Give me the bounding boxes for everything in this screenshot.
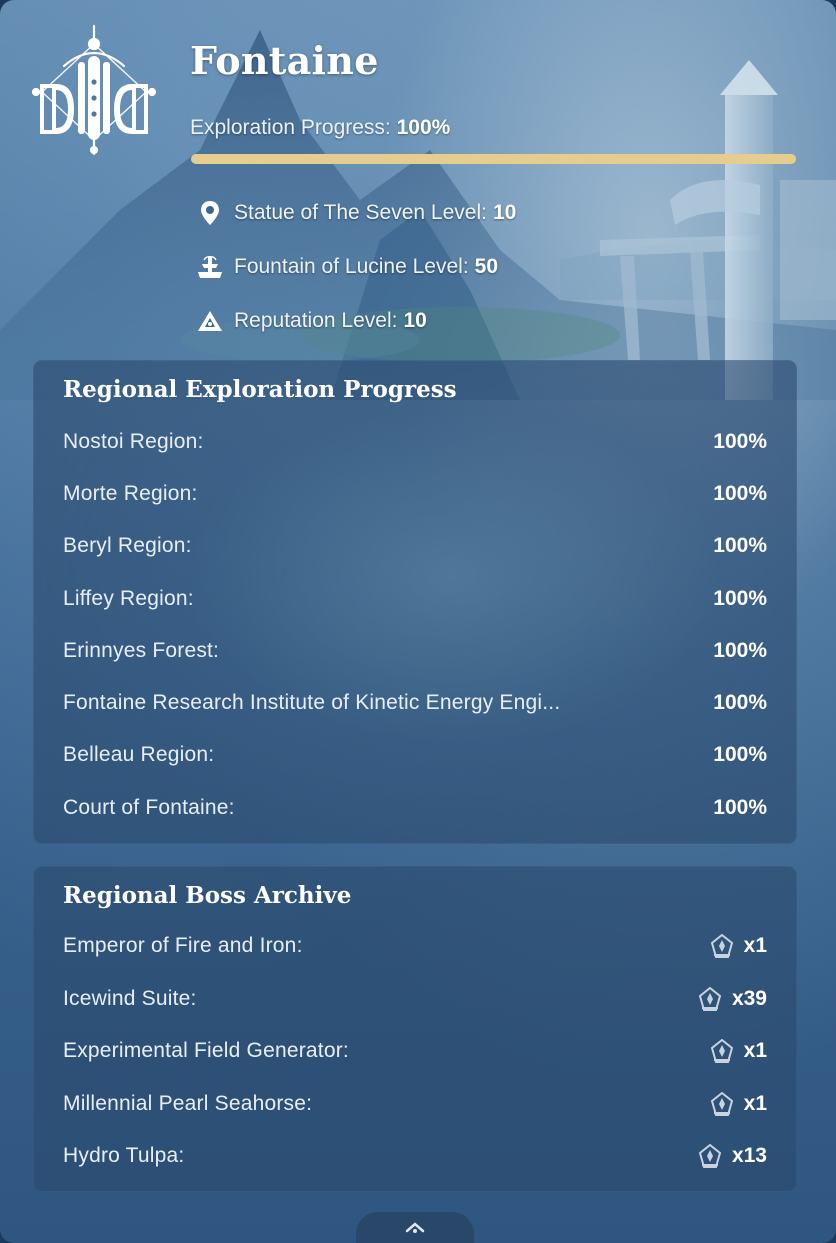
region-row: Erinnyes Forest: 100% — [63, 636, 767, 666]
region-progress: 100% — [713, 534, 767, 557]
stat-value: 50 — [474, 255, 499, 278]
boss-count-value: x1 — [743, 1092, 767, 1115]
exploration-progress-text: Exploration Progress: 100% — [190, 116, 450, 140]
fountain-icon — [196, 253, 224, 281]
region-card: Fontaine Exploration Progress: 100% Stat… — [0, 0, 836, 1243]
exploration-progress-label: Exploration Progress: — [190, 116, 391, 139]
boss-row: Icewind Suite: x39 — [63, 984, 767, 1014]
boss-count-value: x1 — [743, 934, 767, 957]
boss-count-value: x39 — [731, 987, 767, 1010]
region-name: Court of Fontaine: — [63, 796, 235, 819]
region-row: Nostoi Region: 100% — [63, 427, 767, 457]
boss-count: x1 — [708, 1090, 767, 1118]
boss-row: Hydro Tulpa: x13 — [63, 1141, 767, 1171]
boss-archive-panel: Regional Boss Archive Emperor of Fire an… — [33, 866, 797, 1192]
region-name: Morte Region: — [63, 482, 198, 505]
boss-crystal-icon — [708, 1037, 736, 1065]
region-progress: 100% — [713, 482, 767, 505]
boss-row: Millennial Pearl Seahorse: x1 — [63, 1089, 767, 1119]
boss-count: x39 — [696, 985, 767, 1013]
stat-value: 10 — [403, 309, 427, 332]
regional-exploration-panel: Regional Exploration Progress Nostoi Reg… — [33, 360, 797, 844]
exploration-progress-fill — [191, 154, 796, 164]
region-name: Liffey Region: — [63, 587, 194, 610]
boss-count: x1 — [708, 1037, 767, 1065]
boss-count: x1 — [708, 932, 767, 960]
region-row: Morte Region: 100% — [63, 479, 767, 509]
region-row: Liffey Region: 100% — [63, 584, 767, 614]
stat-label: Statue of The Seven Level: — [234, 201, 487, 224]
region-name: Fontaine Research Institute of Kinetic E… — [63, 691, 561, 714]
collapse-button[interactable] — [356, 1212, 474, 1243]
region-row: Belleau Region: 100% — [63, 740, 767, 770]
boss-count: x13 — [696, 1142, 767, 1170]
region-row: Court of Fontaine: 100% — [63, 793, 767, 823]
map-pin-icon — [196, 199, 224, 227]
stat-statue-of-the-seven: Statue of The Seven Level: 10 — [196, 198, 516, 228]
reputation-icon — [196, 307, 224, 335]
stat-fountain-of-lucine: Fountain of Lucine Level: 50 — [196, 252, 498, 282]
boss-crystal-icon — [696, 1142, 724, 1170]
region-progress: 100% — [713, 587, 767, 610]
boss-name: Icewind Suite: — [63, 987, 197, 1010]
boss-row: Emperor of Fire and Iron: x1 — [63, 931, 767, 961]
boss-crystal-icon — [708, 932, 736, 960]
region-row: Beryl Region: 100% — [63, 531, 767, 561]
boss-name: Millennial Pearl Seahorse: — [63, 1092, 313, 1115]
region-progress: 100% — [713, 743, 767, 766]
boss-count-value: x13 — [731, 1144, 767, 1167]
region-name: Erinnyes Forest: — [63, 639, 220, 662]
chevron-up-icon — [405, 1222, 425, 1233]
region-row: Fontaine Research Institute of Kinetic E… — [63, 688, 767, 718]
region-title: Fontaine — [190, 38, 379, 83]
boss-crystal-icon — [696, 985, 724, 1013]
exploration-progress-value: 100% — [396, 116, 451, 139]
stat-value: 10 — [492, 201, 517, 224]
boss-row: Experimental Field Generator: x1 — [63, 1036, 767, 1066]
region-progress: 100% — [713, 796, 767, 819]
exploration-progress-bar — [191, 154, 796, 164]
region-progress: 100% — [713, 639, 767, 662]
boss-archive-title: Regional Boss Archive — [63, 882, 352, 909]
region-progress: 100% — [713, 691, 767, 714]
regional-exploration-title: Regional Exploration Progress — [63, 376, 457, 403]
region-name: Belleau Region: — [63, 743, 215, 766]
stat-label: Fountain of Lucine Level: — [234, 255, 469, 278]
region-name: Beryl Region: — [63, 534, 192, 557]
boss-name: Experimental Field Generator: — [63, 1039, 349, 1062]
boss-count-value: x1 — [743, 1039, 767, 1062]
fontaine-emblem-icon — [31, 24, 157, 156]
boss-crystal-icon — [708, 1090, 736, 1118]
stat-reputation: Reputation Level: 10 — [196, 306, 427, 336]
boss-name: Hydro Tulpa: — [63, 1144, 185, 1167]
region-progress: 100% — [713, 430, 767, 453]
region-name: Nostoi Region: — [63, 430, 204, 453]
stat-label: Reputation Level: — [234, 309, 398, 332]
boss-name: Emperor of Fire and Iron: — [63, 934, 303, 957]
